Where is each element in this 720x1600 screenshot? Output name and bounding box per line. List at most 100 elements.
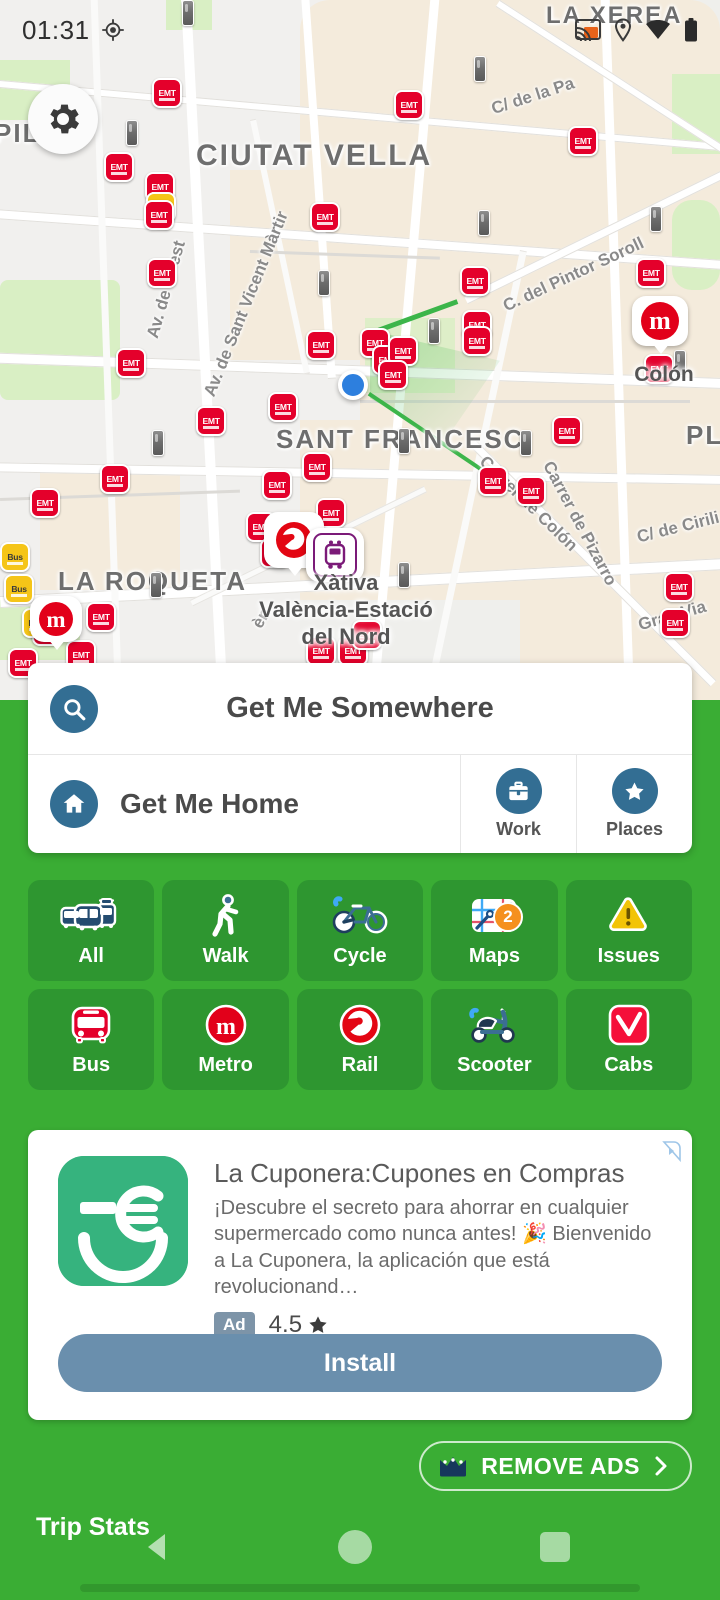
bus-stop-marker[interactable]: EMT [152,78,182,108]
bus-stop-marker[interactable]: EMT [516,476,546,506]
bus-stop-marker-yellow[interactable]: Bus [4,574,34,604]
metro-station-marker-colon[interactable]: m [632,296,688,354]
bus-stop-marker[interactable]: EMT [636,258,666,288]
bus-stop-marker[interactable]: EMT [552,416,582,446]
bus-stop-marker[interactable]: EMT [378,360,408,390]
svg-text:m: m [216,1014,236,1040]
mode-tile-walk[interactable]: Walk [162,880,289,981]
bicycle-icon [331,893,389,939]
bus-stop-marker-yellow[interactable]: Bus [0,542,30,572]
wifi-icon [646,20,670,39]
station-name-line: del Nord [301,623,391,649]
home-circle-icon[interactable] [338,1530,372,1564]
street-furniture-marker [650,206,662,232]
mode-label: Metro [198,1054,253,1076]
settings-button[interactable] [28,84,98,154]
street-furniture-marker [126,120,138,146]
map-place-label-colon: Colón [634,363,694,386]
bus-stop-marker[interactable]: EMT [104,152,134,182]
map-area-label: PL [686,420,720,450]
recents-square-icon[interactable] [540,1532,570,1562]
mode-label: Walk [202,945,249,967]
bus-stop-marker[interactable]: EMT [460,266,490,296]
app-root: LA XEREA CIUTAT VELLA SANT FRANCESC LA R… [0,0,720,1600]
street-furniture-marker [428,318,440,344]
mode-tile-metro[interactable]: m Metro [162,989,289,1090]
bus-stop-marker[interactable]: EMT [86,602,116,632]
search-input[interactable]: Get Me Somewhere [98,692,622,725]
euro-discount-smile-icon [58,1156,188,1286]
street-furniture-marker [150,572,162,598]
bus-stop-marker[interactable]: EMT [30,488,60,518]
mode-tile-cycle[interactable]: Cycle [296,880,424,981]
work-shortcut[interactable]: Work [460,755,576,853]
mode-tile-rail[interactable]: Rail [296,989,424,1090]
bus-stop-marker[interactable]: EMT [394,90,424,120]
mode-tile-scooter[interactable]: Scooter [431,989,558,1090]
bus-stop-marker[interactable]: EMT [116,348,146,378]
street-furniture-marker [152,430,164,456]
bus-stop-marker[interactable]: EMT [302,452,332,482]
bus-stop-marker[interactable]: EMT [196,406,226,436]
bus-stop-marker[interactable]: EMT [310,202,340,232]
metro-m-icon: m [641,302,679,340]
scooter-icon [466,1002,522,1048]
street-furniture-marker [478,210,490,236]
metro-m-icon: m [204,1002,248,1048]
mode-tile-bus[interactable]: Bus [28,989,155,1090]
transport-mode-grid: All Walk Cycle Maps 2 Issues Bus m Metro… [28,880,692,1090]
bus-stop-marker[interactable]: EMT [268,392,298,422]
adchoices-icon[interactable] [662,1140,682,1167]
walk-icon [209,893,243,939]
bus-stop-marker[interactable]: EMT [478,466,508,496]
bus-stop-marker[interactable]: EMT [100,464,130,494]
bus-stop-marker[interactable]: EMT [147,258,177,288]
bus-stop-marker[interactable]: EMT [306,330,336,360]
location-pin-icon [614,18,632,42]
bus-stop-marker[interactable]: EMT [262,470,292,500]
work-icon-circle[interactable] [495,768,542,814]
places-icon-circle[interactable] [611,768,658,814]
mode-tile-issues[interactable]: 2 Issues [493,880,692,981]
mode-label: Scooter [457,1054,532,1076]
station-name-line: Xàtiva [313,570,379,595]
search-button[interactable] [50,684,98,733]
search-row[interactable]: Get Me Somewhere [28,663,692,755]
renfe-rail-icon [338,1002,382,1048]
bus-stop-marker[interactable]: EMT [664,572,694,602]
back-triangle-icon[interactable] [148,1534,165,1560]
mode-label: Bus [72,1054,111,1076]
places-shortcut[interactable]: Places [576,755,692,853]
bus-icon [68,1002,114,1048]
status-bar-clock: 01:31 [22,14,90,45]
cast-icon [575,19,601,41]
metro-station-marker-roqueta[interactable]: m [30,596,82,650]
battery-icon [685,18,697,42]
mode-tile-maps[interactable]: Maps [431,880,558,981]
briefcase-icon [509,781,528,800]
ad-text-block: La Cuponera:Cupones en Compras ¡Descubre… [214,1156,662,1339]
issues-count-badge: 2 [493,902,523,932]
mode-tile-cabs[interactable]: Cabs [565,989,692,1090]
status-bar: 01:31 [0,0,720,60]
current-location-dot [338,370,368,400]
ad-title: La Cuponera:Cupones en Compras [214,1158,625,1188]
get-me-home-button[interactable]: Get Me Home [28,755,460,853]
home-icon-circle[interactable] [50,780,98,828]
cabify-icon [607,1002,651,1048]
metro-m-icon: m [39,602,73,636]
bus-stop-marker[interactable]: EMT [144,200,174,230]
location-crosshair-icon [101,19,124,41]
bus-stop-marker[interactable]: EMT [568,126,598,156]
bus-stop-marker[interactable]: EMT [462,326,492,356]
warning-triangle-icon [606,893,652,939]
remove-ads-button[interactable]: REMOVE ADS [419,1441,692,1491]
ad-card[interactable]: La Cuponera:Cupones en Compras ¡Descubre… [28,1130,692,1420]
map-canvas[interactable]: LA XEREA CIUTAT VELLA SANT FRANCESC LA R… [0,0,720,715]
bus-stop-marker[interactable]: EMT [660,608,690,638]
gesture-bar[interactable] [80,1584,640,1592]
map-place-label-xativa: Xàtiva València-Estació del Nord [176,570,516,650]
install-button[interactable]: Install [58,1334,662,1392]
android-nav-bar [0,1490,720,1600]
mode-tile-all[interactable]: All [28,880,155,981]
